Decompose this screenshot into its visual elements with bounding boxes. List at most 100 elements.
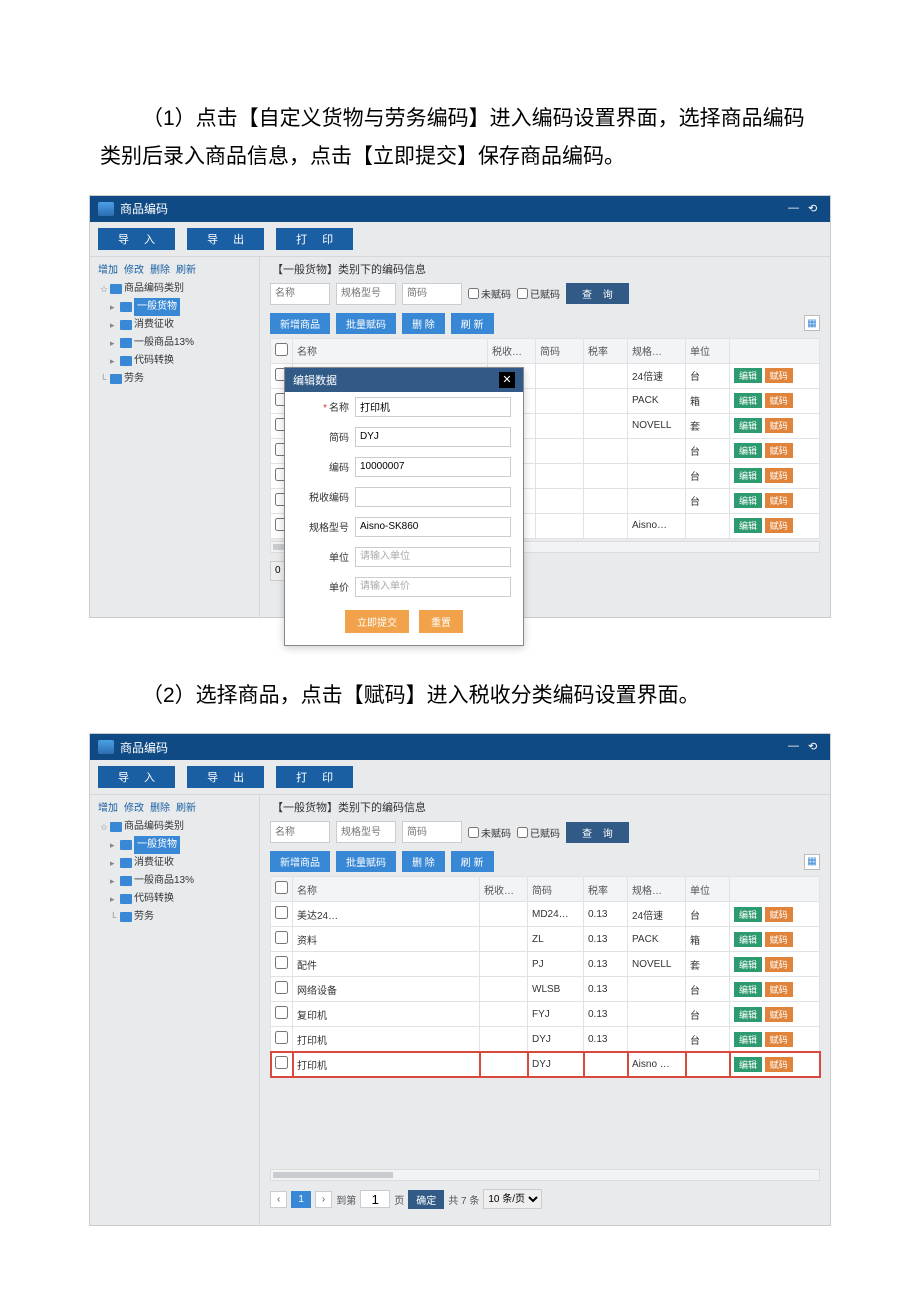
reset-button[interactable]: 重置 (419, 610, 463, 633)
search-model-input[interactable] (336, 283, 396, 305)
row-edit-button[interactable]: 编辑 (734, 468, 762, 483)
tree-add[interactable]: 增加 (98, 799, 118, 814)
h-scrollbar[interactable] (270, 1169, 820, 1181)
print-button[interactable]: 打 印 (276, 228, 353, 250)
table-row[interactable]: 打印机DYJ0.13台编辑 赋码 (271, 1027, 820, 1052)
row-edit-button[interactable]: 编辑 (734, 1032, 762, 1047)
field-name[interactable] (355, 397, 511, 417)
export-button[interactable]: 导 出 (187, 228, 264, 250)
tree-node-general-goods[interactable]: ▸一般货物 (98, 298, 251, 316)
col-spec[interactable]: 规格… (628, 338, 686, 363)
row-code-button[interactable]: 赋码 (765, 393, 793, 408)
pager-page-1[interactable]: 1 (291, 1191, 311, 1208)
tree-node-goods-13[interactable]: ▸一般商品13% (98, 334, 251, 352)
search-name-input[interactable] (270, 283, 330, 305)
col-spec[interactable]: 规格… (628, 877, 686, 902)
row-edit-button[interactable]: 编辑 (734, 907, 762, 922)
tree-node-goods-13[interactable]: ▸一般商品13% (98, 872, 251, 890)
close-icon[interactable]: ✕ (499, 372, 515, 388)
row-edit-button[interactable]: 编辑 (734, 518, 762, 533)
pager-go-button[interactable]: 确定 (408, 1190, 444, 1209)
row-checkbox[interactable] (275, 1006, 288, 1019)
print-button[interactable]: 打 印 (276, 766, 353, 788)
row-checkbox[interactable] (275, 931, 288, 944)
checkbox-coded[interactable]: 已赋码 (517, 286, 560, 301)
back-icon[interactable]: ⟲ (808, 740, 822, 754)
tree-edit[interactable]: 修改 (124, 799, 144, 814)
checkbox-uncoded[interactable]: 未赋码 (468, 286, 511, 301)
row-code-button[interactable]: 赋码 (765, 468, 793, 483)
checkbox-uncoded[interactable]: 未赋码 (468, 825, 511, 840)
refresh-button[interactable]: 刷 新 (451, 851, 494, 872)
table-row[interactable]: 美达24…MD24…0.1324倍速台编辑 赋码 (271, 902, 820, 927)
field-taxcode[interactable] (355, 487, 511, 507)
row-edit-button[interactable]: 编辑 (734, 443, 762, 458)
row-edit-button[interactable]: 编辑 (734, 368, 762, 383)
refresh-button[interactable]: 刷 新 (451, 313, 494, 334)
table-row[interactable]: 打印机DYJAisno …编辑 赋码 (271, 1052, 820, 1077)
row-edit-button[interactable]: 编辑 (734, 982, 762, 997)
row-code-button[interactable]: 赋码 (765, 982, 793, 997)
tree-node-labor[interactable]: └劳务 (98, 908, 251, 926)
add-product-button[interactable]: 新增商品 (270, 313, 330, 334)
checkbox-coded[interactable]: 已赋码 (517, 825, 560, 840)
search-code-input[interactable] (402, 821, 462, 843)
grid-toggle-icon[interactable]: ▦ (804, 315, 820, 331)
col-unit[interactable]: 单位 (686, 877, 730, 902)
tree-del[interactable]: 删除 (150, 799, 170, 814)
delete-button[interactable]: 删 除 (402, 313, 445, 334)
tree-root[interactable]: ☆商品编码类别 (98, 280, 251, 298)
row-checkbox[interactable] (275, 906, 288, 919)
submit-button[interactable]: 立即提交 (345, 610, 409, 633)
col-tax[interactable]: 税收… (480, 877, 528, 902)
tree-node-labor[interactable]: └劳务 (98, 370, 251, 388)
field-unit[interactable] (355, 547, 511, 567)
select-all-checkbox[interactable] (275, 881, 288, 894)
table-row[interactable]: 资料ZL0.13PACK箱编辑 赋码 (271, 927, 820, 952)
pager-next[interactable]: › (315, 1191, 332, 1208)
add-product-button[interactable]: 新增商品 (270, 851, 330, 872)
row-checkbox[interactable] (275, 1056, 288, 1069)
row-code-button[interactable]: 赋码 (765, 518, 793, 533)
tree-node-code-convert[interactable]: ▸代码转换 (98, 352, 251, 370)
col-unit[interactable]: 单位 (686, 338, 730, 363)
row-checkbox[interactable] (275, 981, 288, 994)
table-row[interactable]: 复印机FYJ0.13台编辑 赋码 (271, 1002, 820, 1027)
field-shortcode[interactable] (355, 427, 511, 447)
search-name-input[interactable] (270, 821, 330, 843)
col-name[interactable]: 名称 (293, 877, 480, 902)
row-code-button[interactable]: 赋码 (765, 907, 793, 922)
table-row[interactable]: 网络设备WLSB0.13台编辑 赋码 (271, 977, 820, 1002)
row-code-button[interactable]: 赋码 (765, 368, 793, 383)
tree-node-code-convert[interactable]: ▸代码转换 (98, 890, 251, 908)
field-price[interactable] (355, 577, 511, 597)
back-icon[interactable]: ⟲ (808, 202, 822, 216)
tree-add[interactable]: 增加 (98, 261, 118, 276)
table-row[interactable]: 配件PJ0.13NOVELL套编辑 赋码 (271, 952, 820, 977)
col-code[interactable]: 简码 (536, 338, 584, 363)
grid-toggle-icon[interactable]: ▦ (804, 854, 820, 870)
export-button[interactable]: 导 出 (187, 766, 264, 788)
tree-root[interactable]: ☆商品编码类别 (98, 818, 251, 836)
row-edit-button[interactable]: 编辑 (734, 1057, 762, 1072)
import-button[interactable]: 导 入 (98, 766, 175, 788)
select-all-checkbox[interactable] (275, 343, 288, 356)
row-code-button[interactable]: 赋码 (765, 1007, 793, 1022)
pager-prev[interactable]: ‹ (270, 1191, 287, 1208)
tree-node-consumption[interactable]: ▸消费征收 (98, 316, 251, 334)
col-tax[interactable]: 税收… (488, 338, 536, 363)
row-edit-button[interactable]: 编辑 (734, 932, 762, 947)
tree-refresh[interactable]: 刷新 (176, 261, 196, 276)
pager-jump-input[interactable] (360, 1190, 390, 1208)
search-code-input[interactable] (402, 283, 462, 305)
row-code-button[interactable]: 赋码 (765, 957, 793, 972)
row-code-button[interactable]: 赋码 (765, 493, 793, 508)
field-spec[interactable] (355, 517, 511, 537)
delete-button[interactable]: 删 除 (402, 851, 445, 872)
batch-code-button[interactable]: 批量赋码 (336, 851, 396, 872)
tree-edit[interactable]: 修改 (124, 261, 144, 276)
col-name[interactable]: 名称 (293, 338, 488, 363)
col-rate[interactable]: 税率 (584, 877, 628, 902)
row-checkbox[interactable] (275, 1031, 288, 1044)
page-size-select[interactable]: 10 条/页 (483, 1189, 542, 1209)
